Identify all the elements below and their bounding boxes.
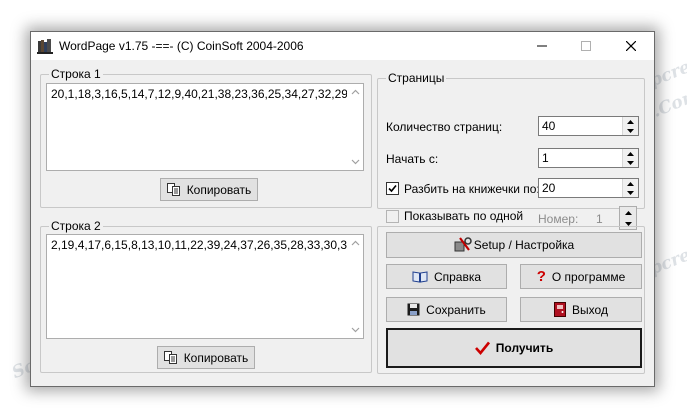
scroll-up-icon[interactable] <box>347 84 363 100</box>
exit-button[interactable]: Выход <box>520 297 642 322</box>
scroll-up-icon[interactable] <box>347 235 363 251</box>
row2-text: 2,19,4,17,6,15,8,13,10,11,22,39,24,37,26… <box>51 238 354 252</box>
setup-button[interactable]: Setup / Настройка <box>386 232 642 258</box>
copy-row1-label: Копировать <box>186 182 252 197</box>
book-icon <box>412 270 428 283</box>
row1-text: 20,1,18,3,16,5,14,7,12,9,40,21,38,23,36,… <box>51 87 348 101</box>
spin-up-icon[interactable] <box>620 207 636 218</box>
tools-icon <box>454 237 472 253</box>
spin-up-icon[interactable] <box>623 117 638 126</box>
group-row2: Строка 2 2,19,4,17,6,15,8,13,10,11,22,39… <box>40 219 372 373</box>
group-row2-legend: Строка 2 <box>49 219 103 233</box>
page-number-label: Номер: <box>538 212 579 226</box>
copy-row2-label: Копировать <box>183 350 249 365</box>
get-label: Получить <box>495 341 554 355</box>
group-pages-legend: Страницы <box>386 71 447 85</box>
row2-text-area[interactable]: 2,19,4,17,6,15,8,13,10,11,22,39,24,37,26… <box>46 234 364 339</box>
help-button[interactable]: Справка <box>386 264 507 289</box>
floppy-disk-icon <box>407 303 420 316</box>
split-booklets-checkbox[interactable] <box>386 182 399 195</box>
app-books-icon <box>37 38 53 54</box>
spin-down-icon[interactable] <box>623 188 638 197</box>
copy-row2-button[interactable]: Копировать <box>157 346 255 369</box>
minimize-button[interactable] <box>520 32 564 60</box>
page-count-value: 40 <box>542 119 556 133</box>
row1-text-area[interactable]: 20,1,18,3,16,5,14,7,12,9,40,21,38,23,36,… <box>46 83 364 171</box>
close-button[interactable] <box>609 32 653 60</box>
start-page-value: 1 <box>542 151 549 165</box>
page-count-label: Количество страниц: <box>386 120 503 134</box>
get-button[interactable]: Получить <box>386 328 642 368</box>
window-title: WordPage v1.75 -==- (C) CoinSoft 2004-20… <box>59 39 304 53</box>
start-page-spinner[interactable]: 1 <box>538 148 639 168</box>
copy-row1-button[interactable]: Копировать <box>160 178 258 201</box>
help-label: Справка <box>433 269 482 284</box>
check-mark-icon <box>474 341 490 355</box>
page-number-value: 1 <box>596 212 603 226</box>
row1-scrollbar[interactable] <box>347 84 363 170</box>
split-booklets-value: 20 <box>542 181 556 195</box>
save-label: Сохранить <box>426 302 486 317</box>
group-row1-legend: Строка 1 <box>49 67 103 81</box>
app-window: WordPage v1.75 -==- (C) CoinSoft 2004-20… <box>30 31 655 387</box>
spin-up-icon[interactable] <box>623 179 638 188</box>
start-page-label: Начать с: <box>386 152 439 166</box>
copy-icon <box>166 183 181 196</box>
title-bar[interactable]: WordPage v1.75 -==- (C) CoinSoft 2004-20… <box>31 32 654 60</box>
split-booklets-label: Разбить на книжечки по: <box>404 182 540 196</box>
setup-label: Setup / Настройка <box>473 238 575 252</box>
group-row1: Строка 1 20,1,18,3,16,5,14,7,12,9,40,21,… <box>40 67 372 208</box>
page-count-spinner[interactable]: 40 <box>538 116 639 136</box>
show-one-checkbox[interactable] <box>386 210 399 223</box>
spin-up-icon[interactable] <box>623 149 638 158</box>
copy-icon <box>163 351 178 364</box>
save-button[interactable]: Сохранить <box>386 297 507 322</box>
scroll-down-icon[interactable] <box>347 322 363 338</box>
spin-down-icon[interactable] <box>623 126 638 135</box>
exit-door-icon <box>554 302 567 317</box>
about-button[interactable]: ? О программе <box>520 264 642 289</box>
show-one-label: Показывать по одной <box>404 209 524 223</box>
row2-scrollbar[interactable] <box>347 235 363 338</box>
split-booklets-spinner[interactable]: 20 <box>538 178 639 198</box>
question-icon: ? <box>536 268 546 285</box>
spin-down-icon[interactable] <box>623 158 638 167</box>
maximize-button[interactable] <box>564 32 608 60</box>
scroll-down-icon[interactable] <box>347 154 363 170</box>
about-label: О программе <box>551 269 626 284</box>
exit-label: Выход <box>572 302 608 317</box>
client-area: Строка 1 20,1,18,3,16,5,14,7,12,9,40,21,… <box>31 60 654 386</box>
